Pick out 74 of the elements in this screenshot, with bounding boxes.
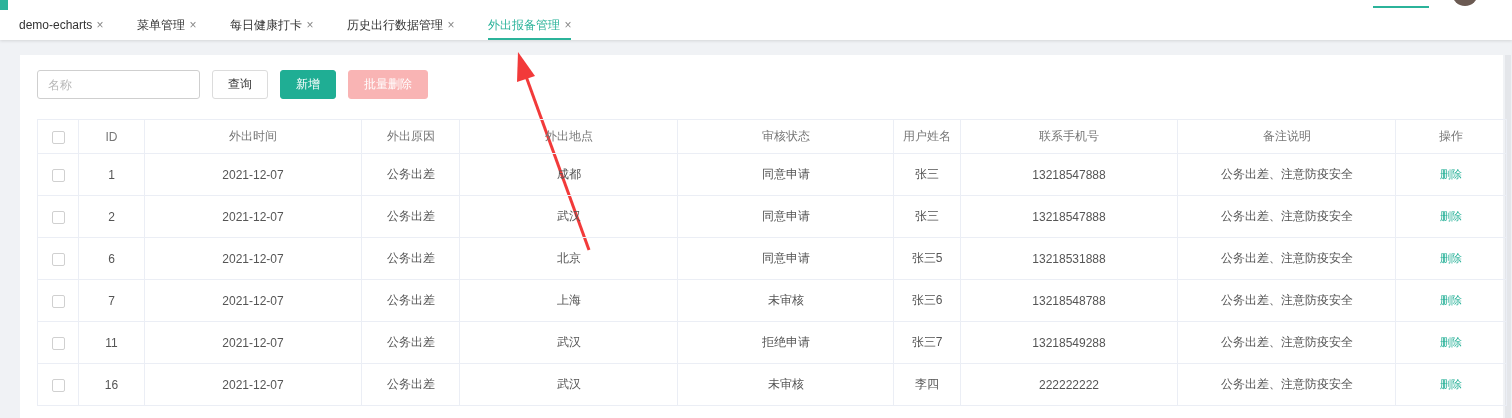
table-cell: 公务出差、注意防疫安全 — [1177, 279, 1396, 322]
table-cell: 武汉 — [459, 363, 678, 406]
delete-link[interactable]: 删除 — [1440, 210, 1462, 222]
table-cell: 2 — [78, 195, 145, 238]
delete-link[interactable]: 删除 — [1440, 252, 1462, 264]
table-cell: 公务出差 — [361, 195, 460, 238]
table-cell: 13218547888 — [960, 153, 1178, 196]
table-cell: 公务出差、注意防疫安全 — [1177, 237, 1396, 280]
table-cell: 北京 — [459, 237, 678, 280]
delete-link[interactable]: 删除 — [1440, 336, 1462, 348]
table-cell: 同意申请 — [677, 237, 894, 280]
close-icon[interactable]: × — [564, 18, 572, 32]
close-icon[interactable]: × — [96, 18, 104, 32]
delete-link[interactable]: 删除 — [1440, 378, 1462, 390]
table-cell: 同意申请 — [677, 195, 894, 238]
tab[interactable]: demo-echarts × — [19, 10, 104, 40]
toolbar-button[interactable]: 新增 — [280, 70, 336, 99]
table-cell: 13218531888 — [960, 237, 1178, 280]
table-cell: 张三7 — [893, 321, 961, 364]
table-cell: 7 — [78, 279, 145, 322]
column-header: 审核状态 — [677, 119, 894, 154]
column-header: 外出原因 — [361, 119, 460, 154]
tab[interactable]: 历史出行数据管理 × — [347, 10, 455, 40]
table-cell: 2021-12-07 — [144, 363, 362, 406]
table-cell: 公务出差 — [361, 321, 460, 364]
table-cell: 公务出差 — [361, 153, 460, 196]
table-cell: 6 — [78, 237, 145, 280]
table-cell: 公务出差、注意防疫安全 — [1177, 153, 1396, 196]
tab[interactable]: 外出报备管理 × — [488, 10, 572, 40]
table-cell: 公务出差 — [361, 279, 460, 322]
table-cell: 公务出差、注意防疫安全 — [1177, 321, 1396, 364]
column-header: 外出时间 — [144, 119, 362, 154]
table-cell: 拒绝申请 — [677, 321, 894, 364]
table-cell: 2021-12-07 — [144, 321, 362, 364]
table-cell: 222222222 — [960, 363, 1178, 406]
table-cell: 13218549288 — [960, 321, 1178, 364]
column-header: ID — [78, 119, 145, 154]
table-cell: 公务出差 — [361, 363, 460, 406]
table-cell: 2021-12-07 — [144, 153, 362, 196]
delete-link[interactable]: 删除 — [1440, 294, 1462, 306]
table-cell: 公务出差、注意防疫安全 — [1177, 363, 1396, 406]
table-cell: 2021-12-07 — [144, 279, 362, 322]
table-cell: 13218548788 — [960, 279, 1178, 322]
table-cell: 未审核 — [677, 363, 894, 406]
table-cell: 16 — [78, 363, 145, 406]
close-icon[interactable]: × — [447, 18, 455, 32]
column-header: 联系手机号 — [960, 119, 1178, 154]
table-cell: 张三5 — [893, 237, 961, 280]
table-cell: 张三6 — [893, 279, 961, 322]
column-header: 用户姓名 — [893, 119, 961, 154]
tab[interactable]: 每日健康打卡 × — [230, 10, 314, 40]
table-cell: 2021-12-07 — [144, 195, 362, 238]
table-cell: 公务出差、注意防疫安全 — [1177, 195, 1396, 238]
toolbar-button[interactable]: 查询 — [212, 70, 268, 99]
table-cell: 11 — [78, 321, 145, 364]
logo-mark — [0, 0, 8, 10]
table-cell: 李四 — [893, 363, 961, 406]
table-cell: 1 — [78, 153, 145, 196]
table-cell: 2021-12-07 — [144, 237, 362, 280]
table-cell: 公务出差 — [361, 237, 460, 280]
search-field[interactable]: 名称 — [37, 70, 200, 99]
table-cell: 上海 — [459, 279, 678, 322]
table-cell: 张三 — [893, 195, 961, 238]
table-cell: 同意申请 — [677, 153, 894, 196]
table-cell: 未审核 — [677, 279, 894, 322]
column-header: 备注说明 — [1177, 119, 1396, 154]
close-icon[interactable]: × — [189, 18, 197, 32]
table-cell: 张三 — [893, 153, 961, 196]
delete-link[interactable]: 删除 — [1440, 168, 1462, 180]
table-cell: 13218547888 — [960, 195, 1178, 238]
table-cell: 武汉 — [459, 321, 678, 364]
close-icon[interactable]: × — [306, 18, 314, 32]
tab[interactable]: 菜单管理 × — [137, 10, 197, 40]
nav-underline — [1373, 6, 1429, 8]
